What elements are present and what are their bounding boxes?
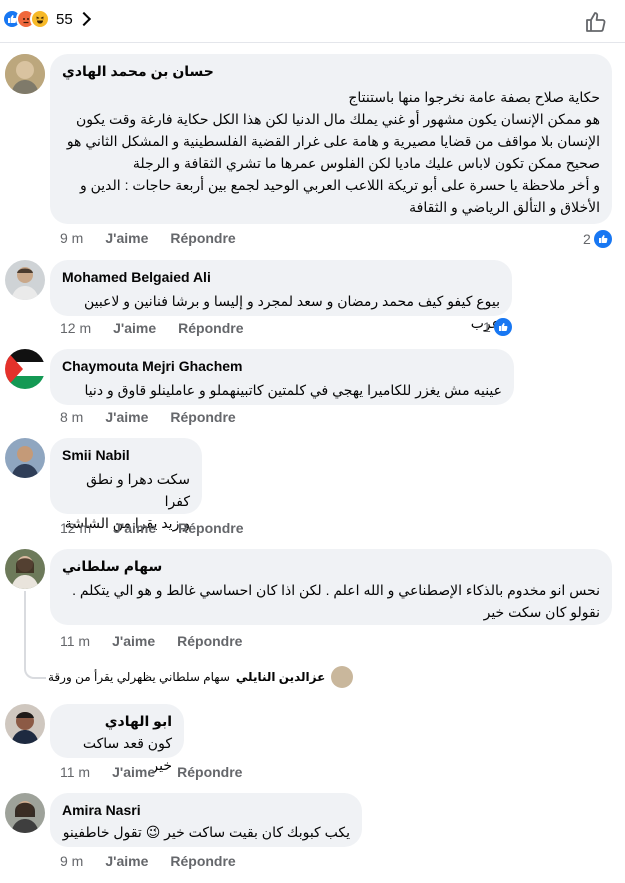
avatar[interactable] bbox=[5, 438, 45, 478]
comment-like-count[interactable]: 2 bbox=[583, 230, 612, 248]
comment: Chaymouta Mejri Ghachem عينيه مش يغزر لل… bbox=[0, 347, 625, 437]
reply-text: سهام سلطاني يظهرلي يقرأ من ورقة bbox=[48, 670, 230, 684]
avatar[interactable] bbox=[5, 549, 45, 589]
reply-button[interactable]: Répondre bbox=[177, 633, 242, 649]
reactions-summary[interactable]: 55 bbox=[2, 9, 91, 29]
comment-author[interactable]: Chaymouta Mejri Ghachem bbox=[62, 357, 502, 375]
comment-author[interactable]: Mohamed Belgaied Ali bbox=[62, 268, 500, 286]
comment: Smii Nabil سكت دهرا و نطق كفرا و زيد يقر… bbox=[0, 436, 625, 546]
comment-bubble: Chaymouta Mejri Ghachem عينيه مش يغزر لل… bbox=[50, 349, 514, 405]
comment: ابو الهادي كون قعد ساكت خير 11 m J'aime … bbox=[0, 702, 625, 792]
like-button[interactable]: J'aime bbox=[105, 230, 148, 246]
comment-author[interactable]: حسان بن محمد الهادي bbox=[62, 62, 600, 80]
reactions-bar: 55 bbox=[0, 0, 625, 42]
comment-actions: 9 m J'aime Répondre bbox=[60, 230, 258, 246]
comment: Mohamed Belgaied Ali بيوع كيفو كيف محمد … bbox=[0, 258, 625, 348]
reply-button[interactable]: Répondre bbox=[177, 764, 242, 780]
avatar[interactable] bbox=[5, 260, 45, 300]
like-button[interactable]: J'aime bbox=[113, 520, 156, 536]
reply-thread-line bbox=[24, 591, 46, 679]
comment-author[interactable]: ابو الهادي bbox=[62, 712, 172, 730]
comment-time[interactable]: 12 m bbox=[60, 520, 91, 536]
comment-time[interactable]: 9 m bbox=[60, 853, 83, 869]
avatar[interactable] bbox=[5, 704, 45, 744]
comment-bubble: Mohamed Belgaied Ali بيوع كيفو كيف محمد … bbox=[50, 260, 512, 331]
haha-icon bbox=[30, 9, 50, 29]
divider bbox=[0, 42, 625, 43]
comment-text: نحس انو مخدوم بالذكاء الإصطناعي و الله ا… bbox=[72, 582, 600, 620]
comment-text: عينيه مش يغزر للكاميرا يهجي في كلمتين كا… bbox=[84, 382, 502, 398]
comment-bubble: سهام سلطاني نحس انو مخدوم بالذكاء الإصطن… bbox=[50, 549, 612, 625]
reply-button[interactable]: Répondre bbox=[170, 409, 235, 425]
like-icon bbox=[493, 318, 512, 336]
comment-actions: 12 m J'aime Répondre bbox=[60, 520, 266, 536]
like-button[interactable]: J'aime bbox=[105, 409, 148, 425]
comment-author[interactable]: سهام سلطاني bbox=[62, 557, 600, 575]
reaction-count: 55 bbox=[56, 10, 73, 28]
comment-bubble: Amira Nasri يكب كبوبك كان بقيت ساكت خير … bbox=[50, 793, 362, 847]
reply-button[interactable]: Répondre bbox=[178, 520, 243, 536]
comment-text: يكب كبوبك كان بقيت ساكت خير 😉 تقول خاطفي… bbox=[62, 824, 350, 840]
like-count-value: 2 bbox=[583, 231, 591, 247]
comment-time[interactable]: 8 m bbox=[60, 409, 83, 425]
reply-button[interactable]: Répondre bbox=[170, 853, 235, 869]
like-button[interactable]: J'aime bbox=[112, 764, 155, 780]
chevron-right-icon bbox=[76, 11, 91, 27]
comment: Amira Nasri يكب كبوبك كان بقيت ساكت خير … bbox=[0, 791, 625, 881]
reply-avatar bbox=[331, 666, 354, 688]
comment-time[interactable]: 12 m bbox=[60, 320, 91, 336]
comment-actions: 12 m J'aime Répondre bbox=[60, 320, 266, 336]
comment-author[interactable]: Amira Nasri bbox=[62, 801, 350, 819]
like-button[interactable]: J'aime bbox=[113, 320, 156, 336]
comment-bubble: Smii Nabil سكت دهرا و نطق كفرا و زيد يقر… bbox=[50, 438, 202, 531]
avatar[interactable] bbox=[5, 349, 45, 389]
comment-actions: 9 m J'aime Répondre bbox=[60, 853, 258, 869]
comment-bubble: ابو الهادي كون قعد ساكت خير bbox=[50, 704, 184, 773]
like-button[interactable]: J'aime bbox=[105, 853, 148, 869]
comment-actions: 11 m J'aime Répondre bbox=[60, 633, 264, 649]
comment-author[interactable]: Smii Nabil bbox=[62, 446, 190, 464]
reply-preview[interactable]: عزالدين النايلي سهام سلطاني يظهرلي يقرأ … bbox=[48, 666, 354, 688]
reply-author: عزالدين النايلي bbox=[235, 670, 326, 684]
comment-time[interactable]: 11 m bbox=[60, 633, 90, 649]
comment-actions: 11 m J'aime Répondre bbox=[60, 764, 264, 780]
comment-actions: 8 m J'aime Répondre bbox=[60, 409, 258, 425]
reply-button[interactable]: Répondre bbox=[170, 230, 235, 246]
comment-text: حكاية صلاح بصفة عامة نخرجوا منها باستنتا… bbox=[66, 89, 600, 215]
comment: حسان بن محمد الهادي حكاية صلاح بصفة عامة… bbox=[0, 50, 625, 250]
comment-time[interactable]: 11 m bbox=[60, 764, 90, 780]
like-button[interactable]: J'aime bbox=[112, 633, 155, 649]
like-icon bbox=[593, 230, 612, 248]
reply-button[interactable]: Répondre bbox=[178, 320, 243, 336]
avatar[interactable] bbox=[5, 793, 45, 833]
avatar[interactable] bbox=[5, 54, 45, 94]
like-outline-icon[interactable] bbox=[584, 10, 608, 34]
like-count-value: 1 bbox=[483, 319, 491, 335]
comment-like-count[interactable]: 1 bbox=[483, 318, 512, 336]
comment: سهام سلطاني نحس انو مخدوم بالذكاء الإصطن… bbox=[0, 547, 625, 697]
comment-time[interactable]: 9 m bbox=[60, 230, 83, 246]
comment-bubble: حسان بن محمد الهادي حكاية صلاح بصفة عامة… bbox=[50, 54, 612, 224]
